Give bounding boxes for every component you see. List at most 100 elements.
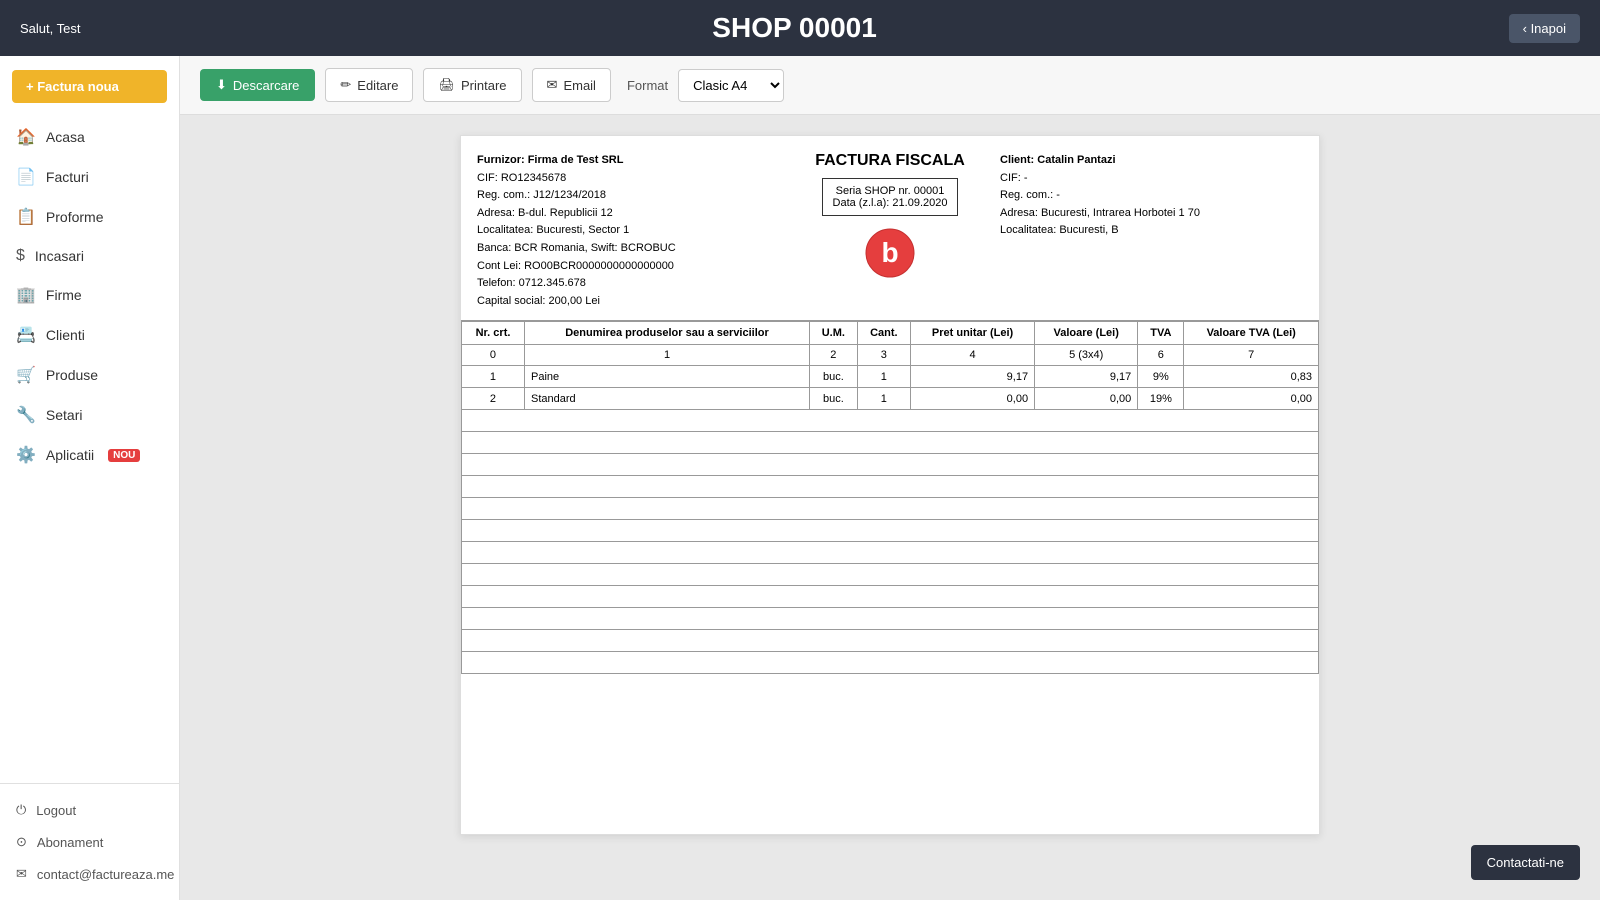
invoice-table: Nr. crt. Denumirea produselor sau a serv… [461,321,1319,674]
idx-1: 1 [524,345,809,366]
row1-pret: 9,17 [911,366,1035,388]
facturi-icon: 📄 [16,167,36,187]
idx-7: 7 [1184,345,1319,366]
sidebar-item-firme[interactable]: 🏢 Firme [0,275,179,315]
print-button[interactable]: 🖨 Printare [423,68,521,102]
email-icon: ✉ [16,866,27,882]
abonament-item[interactable]: ⊙ Abonament [16,826,163,858]
row2-tva: 19% [1138,388,1184,410]
setari-icon: 🔧 [16,405,36,425]
invoice-client: Client: Catalin Pantazi CIF: - Reg. com.… [1000,152,1303,310]
row1-nr: 1 [462,366,525,388]
col-denumire: Denumirea produselor sau a serviciilor [524,322,809,345]
nou-badge: NOU [108,449,140,462]
firme-icon: 🏢 [16,285,36,305]
sidebar-item-aplicatii[interactable]: ⚙️ Aplicatii NOU [0,435,179,475]
supplier-reg: Reg. com.: J12/1234/2018 [477,189,606,201]
sidebar: + Factura noua 🏠 Acasa 📄 Facturi 📋 Profo… [0,56,180,900]
table-header-row: Nr. crt. Denumirea produselor sau a serv… [462,322,1319,345]
format-select[interactable]: Clasic A4 Modern A4 [678,69,784,102]
toolbar: ⬇ Descarcare ✏ Editare 🖨 Printare ✉ Emai… [180,56,1600,115]
row2-val-tva: 0,00 [1184,388,1319,410]
back-button[interactable]: ‹ Inapoi [1509,14,1580,43]
greeting: Salut, Test [20,21,80,36]
row2-nr: 2 [462,388,525,410]
row2-um: buc. [810,388,858,410]
invoice-paper: Furnizor: Firma de Test SRL CIF: RO12345… [460,135,1320,835]
sidebar-item-clienti[interactable]: 📇 Clienti [0,315,179,355]
sidebar-item-label: Firme [46,287,82,303]
table-index-row: 0 1 2 3 4 5 (3x4) 6 7 [462,345,1319,366]
table-row-empty [462,630,1319,652]
sidebar-item-label: Setari [46,407,83,423]
table-row-empty [462,520,1319,542]
table-row-empty [462,410,1319,432]
table-row-empty [462,476,1319,498]
sidebar-item-label: Acasa [46,129,85,145]
table-row-empty [462,586,1319,608]
invoice-supplier: Furnizor: Firma de Test SRL CIF: RO12345… [477,152,780,310]
edit-button[interactable]: ✏ Editare [325,68,413,102]
sidebar-item-produse[interactable]: 🛒 Produse [0,355,179,395]
supplier-bank: Banca: BCR Romania, Swift: BCROBUC [477,242,676,254]
beats-logo: b [865,228,915,278]
contact-email-item[interactable]: ✉ contact@factureaza.me [16,858,163,890]
invoice-preview-area: Furnizor: Firma de Test SRL CIF: RO12345… [180,115,1600,900]
invoice-title-box: FACTURA FISCALA Seria SHOP nr. 00001 Dat… [790,152,990,310]
logout-item[interactable]: ⏻ Logout [16,794,163,826]
table-row-empty [462,652,1319,674]
invoice-header-section: Furnizor: Firma de Test SRL CIF: RO12345… [461,136,1319,321]
sidebar-item-proforme[interactable]: 📋 Proforme [0,197,179,237]
clienti-icon: 📇 [16,325,36,345]
row2-pret: 0,00 [911,388,1035,410]
row1-denumire: Paine [524,366,809,388]
svg-text:b: b [881,237,898,268]
idx-4: 4 [911,345,1035,366]
contact-button[interactable]: Contactati-ne [1471,845,1580,880]
table-row: 2 Standard buc. 1 0,00 0,00 19% 0,00 [462,388,1319,410]
invoice-title: FACTURA FISCALA [815,152,965,170]
sidebar-item-label: Aplicatii [46,447,94,463]
sidebar-bottom: ⏻ Logout ⊙ Abonament ✉ contact@factureaz… [0,783,179,900]
row1-um: buc. [810,366,858,388]
logout-label: Logout [36,803,76,818]
supplier-cont: Cont Lei: RO00BCR0000000000000000 [477,260,674,272]
shop-title: SHOP 00001 [80,12,1508,44]
download-icon: ⬇ [216,77,227,93]
idx-6: 6 [1138,345,1184,366]
seria-box: Seria SHOP nr. 00001 Data (z.l.a): 21.09… [822,178,959,216]
email-icon: ✉ [547,77,558,93]
sidebar-item-incasari[interactable]: $ Incasari [0,237,179,275]
table-row-empty [462,454,1319,476]
client-name: Client: Catalin Pantazi [1000,154,1116,166]
idx-2: 2 [810,345,858,366]
content-area: ⬇ Descarcare ✏ Editare 🖨 Printare ✉ Emai… [180,56,1600,900]
aplicatii-icon: ⚙️ [16,445,36,465]
col-val-tva: Valoare TVA (Lei) [1184,322,1319,345]
new-invoice-button[interactable]: + Factura noua [12,70,167,103]
data-text: Data (z.l.a): 21.09.2020 [833,197,948,209]
proforme-icon: 📋 [16,207,36,227]
sidebar-item-facturi[interactable]: 📄 Facturi [0,157,179,197]
home-icon: 🏠 [16,127,36,147]
sidebar-item-acasa[interactable]: 🏠 Acasa [0,117,179,157]
supplier-phone: Telefon: 0712.345.678 [477,277,586,289]
top-header: Salut, Test SHOP 00001 ‹ Inapoi [0,0,1600,56]
supplier-capital: Capital social: 200,00 Lei [477,295,600,307]
sidebar-item-label: Incasari [35,248,84,264]
idx-5: 5 (3x4) [1035,345,1138,366]
row2-valoare: 0,00 [1035,388,1138,410]
supplier-name: Furnizor: Firma de Test SRL [477,154,623,166]
sidebar-item-setari[interactable]: 🔧 Setari [0,395,179,435]
table-row-empty [462,542,1319,564]
client-address: Adresa: Bucuresti, Intrarea Horbotei 1 7… [1000,207,1200,219]
email-button[interactable]: ✉ Email [532,68,611,102]
row1-tva: 9% [1138,366,1184,388]
col-tva: TVA [1138,322,1184,345]
download-button[interactable]: ⬇ Descarcare [200,69,315,101]
row1-val-tva: 0,83 [1184,366,1319,388]
format-label: Format [627,78,668,93]
col-um: U.M. [810,322,858,345]
col-nr: Nr. crt. [462,322,525,345]
sidebar-item-label: Clienti [46,327,85,343]
